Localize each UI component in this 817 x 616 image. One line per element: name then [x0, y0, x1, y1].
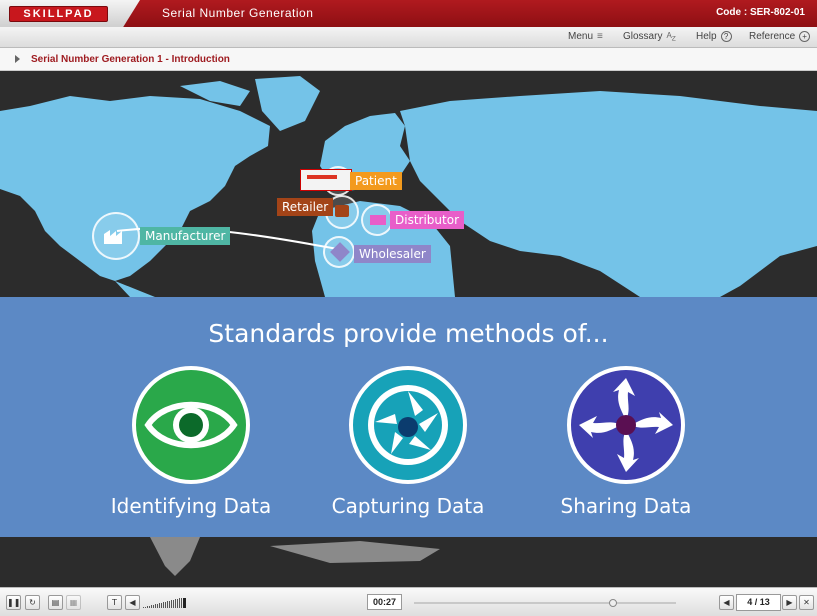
player-controls: ❚❚ ↻ ▤ ▦ T ◀ 00:27 ◀ 4 / 13 ▶ ✕	[0, 587, 817, 616]
skillpad-logo: SKILLPAD	[9, 6, 108, 22]
menu-icon: ≡	[597, 31, 603, 42]
logo-area: SKILLPAD	[0, 0, 140, 27]
glossary-label: Glossary	[623, 31, 663, 43]
briefcase-icon	[335, 205, 349, 217]
help-icon: ?	[720, 31, 732, 42]
method-capturing-label: Capturing Data	[331, 494, 485, 518]
package-icon	[330, 242, 350, 262]
previous-page-button[interactable]: ◀	[719, 595, 734, 610]
method-sharing-label: Sharing Data	[560, 494, 692, 518]
close-icon[interactable]: ✕	[799, 595, 814, 610]
pause-button[interactable]: ❚❚	[6, 595, 21, 610]
method-identifying[interactable]: Identifying Data	[101, 366, 281, 518]
factory-icon	[104, 230, 122, 244]
manufacturer-node	[92, 212, 140, 260]
method-sharing[interactable]: Sharing Data	[536, 366, 716, 518]
method-capturing[interactable]: Capturing Data	[318, 366, 498, 518]
progress-track[interactable]	[414, 599, 676, 607]
plus-icon: +	[799, 31, 811, 42]
course-title: Serial Number Generation	[162, 6, 314, 20]
elapsed-time: 00:27	[367, 594, 402, 610]
title-bar: SKILLPAD Serial Number Generation Code :…	[0, 0, 817, 27]
help-label: Help	[696, 31, 717, 42]
help-button[interactable]: Help ?	[696, 31, 732, 42]
breadcrumb: Serial Number Generation 1 - Introductio…	[0, 48, 817, 71]
eye-icon	[132, 366, 250, 484]
manufacturer-label: Manufacturer	[140, 227, 231, 245]
notes-icon[interactable]: ▤	[48, 595, 63, 610]
volume-speaker-icon[interactable]: ◀	[125, 595, 140, 610]
glossary-az-icon: AZ	[666, 31, 676, 43]
progress-thumb[interactable]	[609, 599, 618, 607]
share-arrows-icon	[567, 366, 685, 484]
menu-label: Menu	[568, 31, 594, 42]
next-page-button[interactable]: ▶	[782, 595, 797, 610]
course-code: Code : SER-802-01	[716, 7, 805, 18]
medicine-box-icon	[300, 169, 352, 191]
content-stage: Manufacturer Patient Retailer Distributo…	[0, 71, 817, 587]
retailer-label: Retailer	[277, 198, 334, 216]
distributor-label: Distributor	[390, 211, 465, 229]
text-toggle-button[interactable]: T	[107, 595, 122, 610]
volume-slider[interactable]	[143, 598, 186, 608]
distributor-node	[361, 204, 393, 236]
code-value: SER-802-01	[749, 7, 805, 18]
breadcrumb-title: Serial Number Generation 1 - Introductio…	[31, 54, 230, 65]
glossary-button[interactable]: Glossary AZ	[623, 31, 676, 43]
camera-aperture-icon	[349, 366, 467, 484]
transcript-icon[interactable]: ▦	[66, 595, 81, 610]
menu-button[interactable]: Menu ≡	[568, 31, 603, 42]
method-identifying-label: Identifying Data	[110, 494, 272, 518]
patient-label: Patient	[350, 172, 402, 190]
methods-heading: Standards provide methods of...	[208, 319, 609, 348]
wholesaler-label: Wholesaler	[354, 245, 431, 263]
expand-arrow-icon[interactable]	[15, 55, 20, 63]
nav-bar: Menu ≡ Glossary AZ Help ? Reference +	[0, 27, 817, 48]
replay-icon[interactable]: ↻	[25, 595, 40, 610]
reference-label: Reference	[749, 31, 796, 42]
truck-icon	[370, 215, 386, 225]
page-indicator: 4 / 13	[736, 594, 781, 611]
wholesaler-node	[323, 236, 355, 268]
reference-button[interactable]: Reference +	[749, 31, 811, 42]
code-label: Code :	[716, 7, 748, 18]
